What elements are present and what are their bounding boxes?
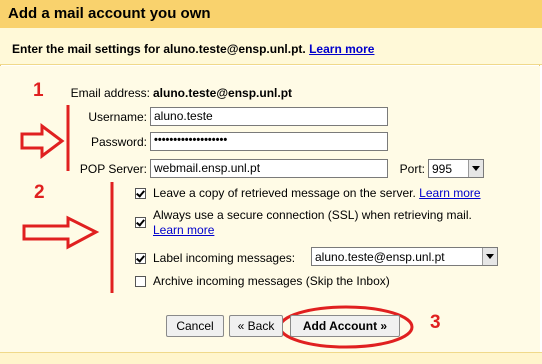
- port-select[interactable]: 995: [428, 159, 484, 178]
- annotation-number-3: 3: [430, 312, 441, 333]
- back-button[interactable]: « Back: [229, 315, 283, 337]
- pop-server-label: POP Server:: [79, 162, 147, 176]
- chevron-down-icon[interactable]: [482, 248, 497, 265]
- label-select[interactable]: aluno.teste@ensp.unl.pt: [311, 247, 498, 266]
- label-incoming-label: Label incoming messages:: [153, 251, 296, 265]
- email-label: Email address:: [70, 86, 150, 100]
- password-label: Password:: [90, 135, 147, 149]
- ssl-label: Always use a secure connection (SSL) whe…: [153, 208, 472, 222]
- leave-copy-checkbox[interactable]: [135, 188, 146, 199]
- password-input[interactable]: •••••••••••••••••••: [150, 132, 388, 151]
- cancel-button[interactable]: Cancel: [166, 315, 224, 337]
- annotation-arrow-2: [22, 215, 100, 250]
- label-select-value: aluno.teste@ensp.unl.pt: [315, 250, 445, 264]
- leave-copy-label: Leave a copy of retrieved message on the…: [153, 186, 416, 200]
- label-incoming-checkbox[interactable]: [135, 253, 146, 264]
- email-value: aluno.teste@ensp.unl.pt: [153, 86, 293, 100]
- annotation-bracket-1: [20, 105, 414, 349]
- annotation-number-2: 2: [34, 182, 45, 203]
- chevron-down-icon[interactable]: [468, 160, 483, 177]
- add-account-button[interactable]: Add Account »: [290, 315, 400, 337]
- ssl-checkbox[interactable]: [135, 217, 146, 228]
- port-select-value: 995: [432, 162, 453, 176]
- leave-copy-learn-more-link[interactable]: Learn more: [419, 186, 480, 200]
- bottom-bar: [0, 352, 542, 364]
- archive-label: Archive incoming messages (Skip the Inbo…: [153, 274, 390, 288]
- username-input[interactable]: aluno.teste: [150, 107, 388, 126]
- archive-checkbox[interactable]: [135, 276, 146, 287]
- pop-server-input[interactable]: webmail.ensp.unl.pt: [150, 159, 388, 178]
- port-label: Port:: [399, 162, 425, 176]
- ssl-option: Always use a secure connection (SSL) whe…: [153, 208, 513, 238]
- ssl-learn-more-link[interactable]: Learn more: [153, 223, 214, 237]
- username-label: Username:: [88, 110, 147, 124]
- leave-copy-option: Leave a copy of retrieved message on the…: [153, 186, 481, 200]
